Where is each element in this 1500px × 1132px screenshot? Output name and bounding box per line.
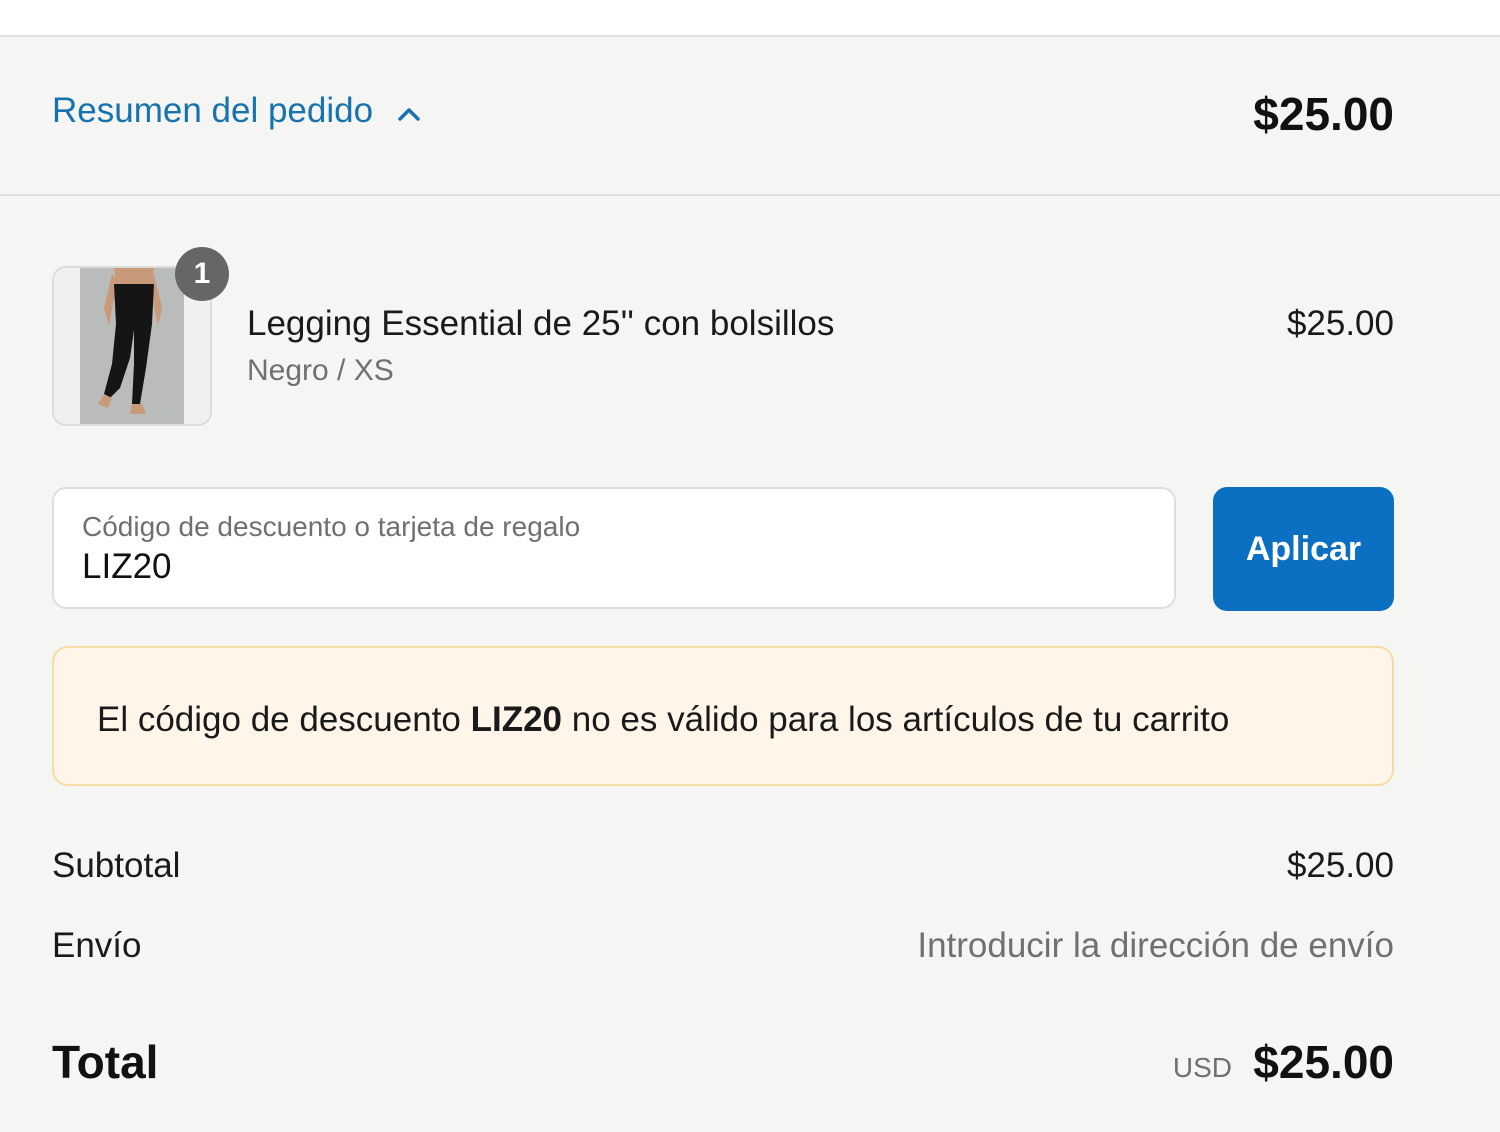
order-summary-toggle-label: Resumen del pedido [52, 91, 374, 130]
total-label: Total [52, 1036, 159, 1088]
discount-error-banner: El código de descuento LIZ20 no es válid… [52, 646, 1394, 786]
top-bar [0, 0, 1500, 37]
error-text-before: El código de descuento [97, 700, 471, 739]
product-name: Legging Essential de 25'' con bolsillos [247, 304, 835, 343]
error-text-after: no es válido para los artículos de tu ca… [562, 700, 1230, 739]
total-amount: $25.00 [1253, 1036, 1394, 1088]
subtotal-label: Subtotal [52, 846, 181, 885]
shipping-row: Envío Introducir la dirección de envío [52, 926, 1394, 970]
shipping-label: Envío [52, 926, 142, 965]
quantity-badge: 1 [175, 247, 229, 301]
order-summary-header: Resumen del pedido $25.00 [0, 37, 1500, 196]
discount-code-label: Código de descuento o tarjeta de regalo [82, 511, 581, 542]
product-price: $25.00 [1286, 304, 1394, 343]
subtotal-value: $25.00 [1286, 846, 1394, 885]
chevron-up-icon [395, 97, 423, 125]
discount-code-field[interactable]: Código de descuento o tarjeta de regalo [52, 487, 1176, 609]
order-summary-toggle[interactable]: Resumen del pedido [52, 91, 423, 131]
subtotal-row: Subtotal $25.00 [52, 846, 1394, 890]
apply-discount-button[interactable]: Aplicar [1213, 487, 1394, 611]
total-currency: USD [1172, 1052, 1232, 1083]
line-item: 1 Legging Essential de 25'' con bolsillo… [52, 247, 1394, 426]
header-total-price: $25.00 [1253, 88, 1394, 140]
product-variant: Negro / XS [247, 354, 394, 387]
shipping-value: Introducir la dirección de envío [917, 926, 1394, 965]
discount-error-message: El código de descuento LIZ20 no es válid… [97, 700, 1229, 740]
discount-code-input[interactable] [82, 547, 1142, 587]
total-row: Total USD $25.00 [52, 1035, 1394, 1095]
error-code: LIZ20 [470, 700, 563, 739]
